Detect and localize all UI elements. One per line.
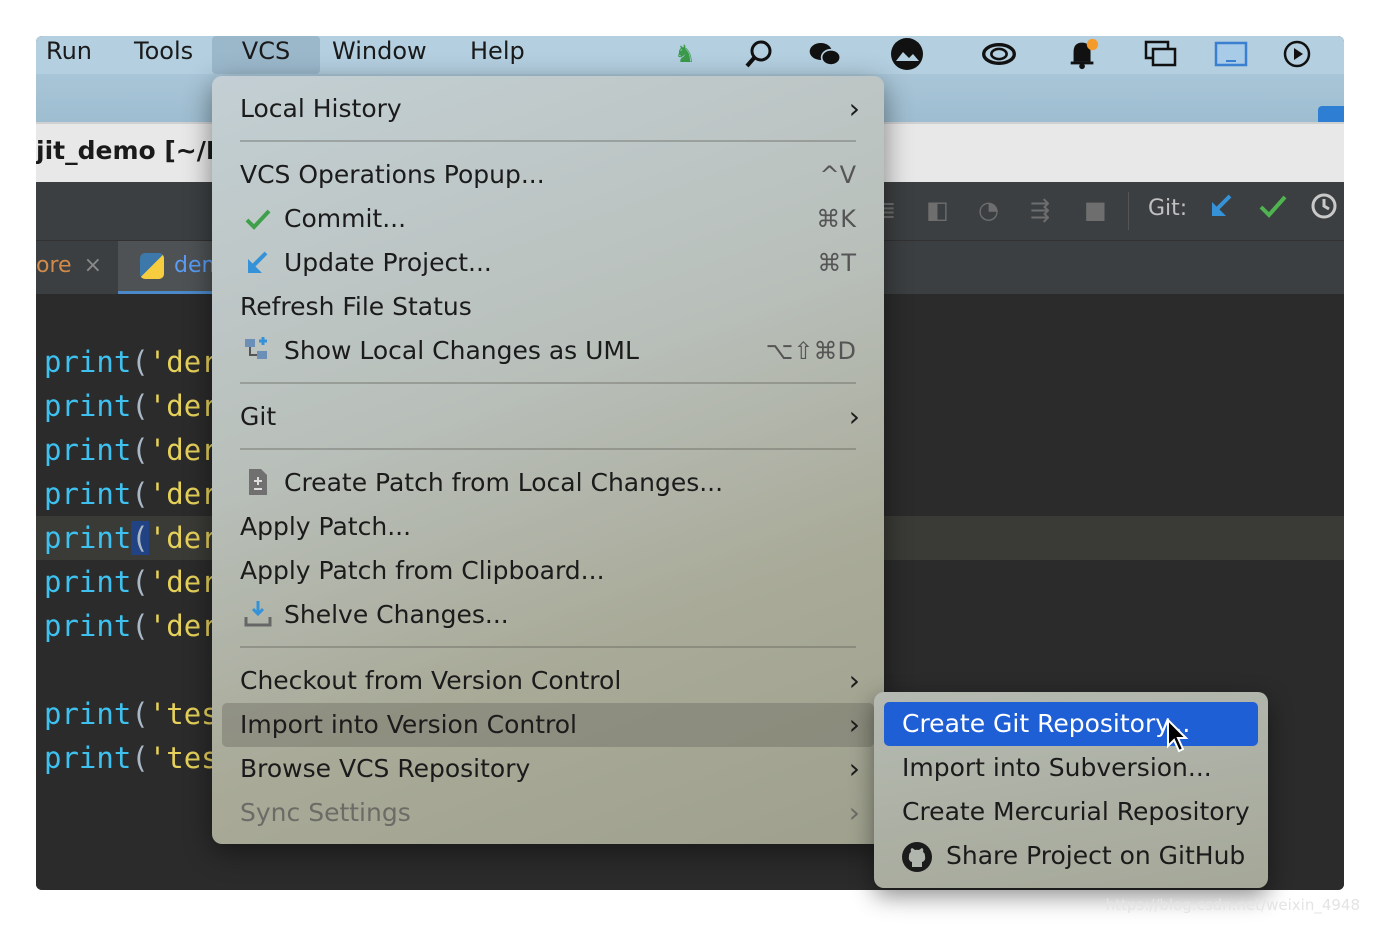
tab-demo[interactable]: dem	[118, 241, 223, 295]
mouse-pointer-icon	[1166, 717, 1190, 754]
menu-window[interactable]: Window	[332, 36, 427, 74]
menu-separator	[240, 448, 856, 450]
code-line: print('der	[44, 345, 219, 379]
shortcut: ^V	[819, 161, 856, 189]
window-action-button[interactable]	[1318, 106, 1344, 122]
code-line: print('der	[44, 521, 219, 555]
git-update-icon[interactable]	[1208, 192, 1236, 226]
search-app-icon[interactable]	[742, 39, 776, 69]
tab-gitignore[interactable]: ore ×	[36, 253, 102, 278]
checkmark-icon	[242, 197, 274, 245]
shortcut: ⌘T	[817, 249, 856, 277]
chevron-right-icon: ›	[848, 708, 860, 741]
display-icon[interactable]	[1214, 39, 1248, 69]
uml-diagram-icon	[242, 329, 274, 379]
history-clock-icon[interactable]	[1310, 192, 1338, 226]
notification-bell-icon[interactable]	[1066, 38, 1100, 70]
update-arrow-icon	[242, 241, 274, 290]
matched-paren: (	[131, 521, 149, 555]
menu-item-sync-settings: Sync Settings ›	[212, 791, 884, 835]
github-icon	[902, 842, 932, 872]
submenu-item-create-mercurial[interactable]: Create Mercurial Repository	[874, 790, 1268, 834]
patch-file-icon	[242, 461, 274, 511]
code-line: print('der	[44, 609, 219, 643]
import-vcs-submenu: Create Git Repository... Import into Sub…	[874, 692, 1268, 888]
code-line: print('der	[44, 433, 219, 467]
menu-item-create-patch[interactable]: Create Patch from Local Changes...	[212, 461, 884, 505]
chevron-right-icon: ›	[848, 92, 860, 125]
run-config-icon[interactable]: ⇶	[1030, 196, 1050, 224]
menu-item-update-project[interactable]: Update Project... ⌘T	[212, 241, 884, 285]
menu-separator	[240, 140, 856, 142]
stop-icon[interactable]: ■	[1084, 196, 1107, 224]
chevron-right-icon: ›	[848, 664, 860, 697]
menu-item-checkout-vcs[interactable]: Checkout from Version Control ›	[212, 659, 884, 703]
menu-item-show-local-changes-uml[interactable]: Show Local Changes as UML ⌥⇧⌘D	[212, 329, 884, 373]
menu-item-vcs-operations-popup[interactable]: VCS Operations Popup... ^V	[212, 153, 884, 197]
menu-vcs[interactable]: VCS	[212, 36, 320, 74]
creative-cloud-icon[interactable]	[982, 39, 1016, 69]
python-file-icon	[140, 253, 164, 279]
shortcut: ⌥⇧⌘D	[765, 337, 856, 365]
rocking-horse-icon[interactable]: ♞	[668, 39, 702, 69]
submenu-item-share-github[interactable]: Share Project on GitHub	[874, 834, 1268, 878]
chevron-right-icon: ›	[848, 400, 860, 433]
macos-menubar: Run Tools VCS Window Help ♞	[36, 36, 1344, 74]
shortcut: ⌘K	[816, 205, 856, 233]
toolbar-divider	[1128, 192, 1129, 230]
menu-item-git[interactable]: Git ›	[212, 395, 884, 439]
code-line: print('der	[44, 477, 219, 511]
close-icon[interactable]: ×	[84, 253, 102, 278]
chevron-right-icon: ›	[848, 796, 860, 829]
menu-item-shelve-changes[interactable]: Shelve Changes...	[212, 593, 884, 637]
code-line: print('tes	[44, 741, 219, 775]
menu-item-refresh-file-status[interactable]: Refresh File Status	[212, 285, 884, 329]
shelve-icon	[242, 593, 274, 643]
git-commit-icon[interactable]	[1258, 192, 1288, 226]
window-switcher-icon[interactable]	[1144, 39, 1178, 69]
menu-item-apply-patch-clipboard[interactable]: Apply Patch from Clipboard...	[212, 549, 884, 593]
chevron-right-icon: ›	[848, 752, 860, 785]
code-line: print('der	[44, 565, 219, 599]
submenu-item-create-git-repo[interactable]: Create Git Repository...	[884, 702, 1258, 746]
menu-item-browse-vcs-repo[interactable]: Browse VCS Repository ›	[212, 747, 884, 791]
menu-run[interactable]: Run	[46, 36, 92, 74]
vcs-dropdown-menu: Local History › VCS Operations Popup... …	[212, 76, 884, 844]
menu-separator	[240, 646, 856, 648]
project-title: jit_demo [~/Py	[36, 136, 241, 165]
menu-item-import-vcs[interactable]: Import into Version Control ›	[222, 703, 874, 747]
profile-icon[interactable]: ◧	[926, 196, 949, 224]
menu-item-local-history[interactable]: Local History ›	[212, 87, 884, 131]
photo-app-icon[interactable]	[890, 38, 924, 70]
git-label: Git:	[1148, 196, 1188, 221]
menu-help[interactable]: Help	[470, 36, 525, 74]
submenu-item-import-subversion[interactable]: Import into Subversion...	[874, 746, 1268, 790]
menu-item-commit[interactable]: Commit... ⌘K	[212, 197, 884, 241]
menu-separator	[240, 382, 856, 384]
tab-gitignore-label: ore	[36, 253, 72, 278]
code-line: print('der	[44, 389, 219, 423]
watermark: https://blog.csdn.net/weixin_4948	[1105, 896, 1360, 914]
wechat-icon[interactable]	[808, 39, 842, 69]
menu-tools[interactable]: Tools	[134, 36, 193, 74]
concurrency-icon[interactable]: ◔	[978, 196, 999, 224]
play-circle-icon[interactable]	[1280, 39, 1314, 69]
code-line: print('tes	[44, 697, 219, 731]
menu-item-apply-patch[interactable]: Apply Patch...	[212, 505, 884, 549]
